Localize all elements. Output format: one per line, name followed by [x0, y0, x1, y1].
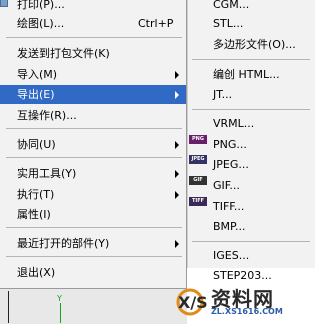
- y-axis-label: Y: [57, 294, 62, 303]
- submenu-item-cgm[interactable]: CGM...: [188, 0, 315, 14]
- svg-text:X/S: X/S: [178, 293, 208, 312]
- submenu-arrow-icon: [175, 71, 179, 79]
- menu-separator: [6, 256, 182, 257]
- menu-separator: [192, 109, 310, 110]
- submenu-item-html[interactable]: 编创 HTML...: [188, 65, 315, 84]
- menu-item-import[interactable]: 导入(M): [0, 65, 186, 84]
- submenu-arrow-icon: [175, 170, 179, 178]
- menu-item-label: 互操作(R)...: [17, 109, 77, 122]
- submenu-arrow-icon: [175, 240, 179, 248]
- submenu-item-iges[interactable]: IGES...: [188, 246, 315, 265]
- submenu-arrow-icon: [175, 91, 179, 99]
- menu-item-label: 属性(I): [17, 208, 51, 221]
- menu-item-label: 协同(U): [17, 138, 56, 151]
- menu-item-collaborate[interactable]: 协同(U): [0, 135, 186, 154]
- menu-item-label: 执行(T): [17, 188, 55, 201]
- menu-item-recent-parts[interactable]: 最近打开的部件(Y): [0, 234, 186, 253]
- menu-separator: [192, 59, 310, 60]
- menu-item-properties[interactable]: 属性(I): [0, 205, 186, 224]
- export-submenu: CGM... STL... 多边形文件(O)... 编创 HTML... JT.…: [187, 0, 315, 282]
- y-axis-line: [60, 303, 61, 323]
- menu-item-label: 退出(X): [17, 266, 56, 279]
- submenu-item-vrml[interactable]: VRML...: [188, 114, 315, 133]
- watermark-logo: X/S 资料网 ZL.XS1616.COM: [168, 278, 314, 323]
- submenu-arrow-icon: [175, 141, 179, 149]
- submenu-item-label: JPEG...: [213, 158, 249, 171]
- submenu-item-jpeg[interactable]: JPEG JPEG...: [188, 155, 315, 174]
- menu-item-label: 最近打开的部件(Y): [17, 237, 110, 250]
- submenu-item-label: VRML...: [213, 117, 255, 130]
- submenu-item-label: TIFF...: [213, 200, 245, 213]
- graphics-viewport[interactable]: [0, 288, 187, 324]
- watermark-emblem-icon: X/S: [176, 288, 208, 316]
- submenu-item-label: JT...: [213, 88, 233, 101]
- menu-item-shortcut: Ctrl+P: [138, 17, 174, 30]
- menu-separator: [6, 37, 182, 38]
- jpeg-icon: JPEG: [189, 155, 207, 164]
- submenu-item-tiff[interactable]: TIFF TIFF...: [188, 197, 315, 216]
- tiff-icon: TIFF: [189, 197, 207, 206]
- submenu-item-label: 编创 HTML...: [213, 68, 280, 81]
- menu-item-label: 实用工具(Y): [17, 167, 77, 180]
- menu-item-label: 导出(E): [17, 88, 55, 101]
- submenu-item-label: GIF...: [213, 179, 240, 192]
- submenu-item-label: 多边形文件(O)...: [213, 38, 296, 51]
- menu-separator: [6, 227, 182, 228]
- menu-item-label: 打印(P)...: [17, 0, 65, 11]
- submenu-item-gif[interactable]: GIF GIF...: [188, 176, 315, 195]
- menu-item-utilities[interactable]: 实用工具(Y): [0, 164, 186, 183]
- menu-separator: [6, 157, 182, 158]
- submenu-item-stl[interactable]: STL...: [188, 14, 315, 33]
- viewport-divider: [8, 291, 9, 323]
- print-icon: [0, 0, 8, 7]
- submenu-item-label: PNG...: [213, 138, 247, 151]
- menu-item-export[interactable]: 导出(E): [0, 85, 186, 104]
- submenu-item-label: CGM...: [213, 0, 250, 11]
- menu-item-execute[interactable]: 执行(T): [0, 185, 186, 204]
- submenu-item-label: STL...: [213, 17, 244, 30]
- submenu-item-bmp[interactable]: BMP...: [188, 217, 315, 236]
- png-icon: PNG: [189, 135, 207, 144]
- submenu-item-jt[interactable]: JT...: [188, 85, 315, 104]
- menu-separator: [192, 241, 310, 242]
- menu-item-label: 导入(M): [17, 68, 58, 81]
- menu-item-plot[interactable]: 绘图(L)... Ctrl+P: [0, 14, 186, 33]
- submenu-item-polygon-file[interactable]: 多边形文件(O)...: [188, 35, 315, 54]
- menu-item-print[interactable]: 打印(P)...: [0, 0, 186, 14]
- menu-item-label: 发送到打包文件(K): [17, 47, 110, 60]
- watermark-url: ZL.XS1616.COM: [211, 307, 283, 316]
- file-menu: 打印(P)... 绘图(L)... Ctrl+P 发送到打包文件(K) 导入(M…: [0, 0, 187, 288]
- submenu-arrow-icon: [175, 191, 179, 199]
- menu-item-label: 绘图(L)...: [17, 17, 65, 30]
- menu-item-interop[interactable]: 互操作(R)...: [0, 106, 186, 125]
- submenu-item-label: BMP...: [213, 220, 246, 233]
- menu-item-exit[interactable]: 退出(X): [0, 263, 186, 282]
- menu-item-send-to-package[interactable]: 发送到打包文件(K): [0, 44, 186, 63]
- gif-icon: GIF: [189, 176, 207, 185]
- menu-separator: [6, 128, 182, 129]
- submenu-item-png[interactable]: PNG PNG...: [188, 135, 315, 154]
- submenu-item-label: IGES...: [213, 249, 250, 262]
